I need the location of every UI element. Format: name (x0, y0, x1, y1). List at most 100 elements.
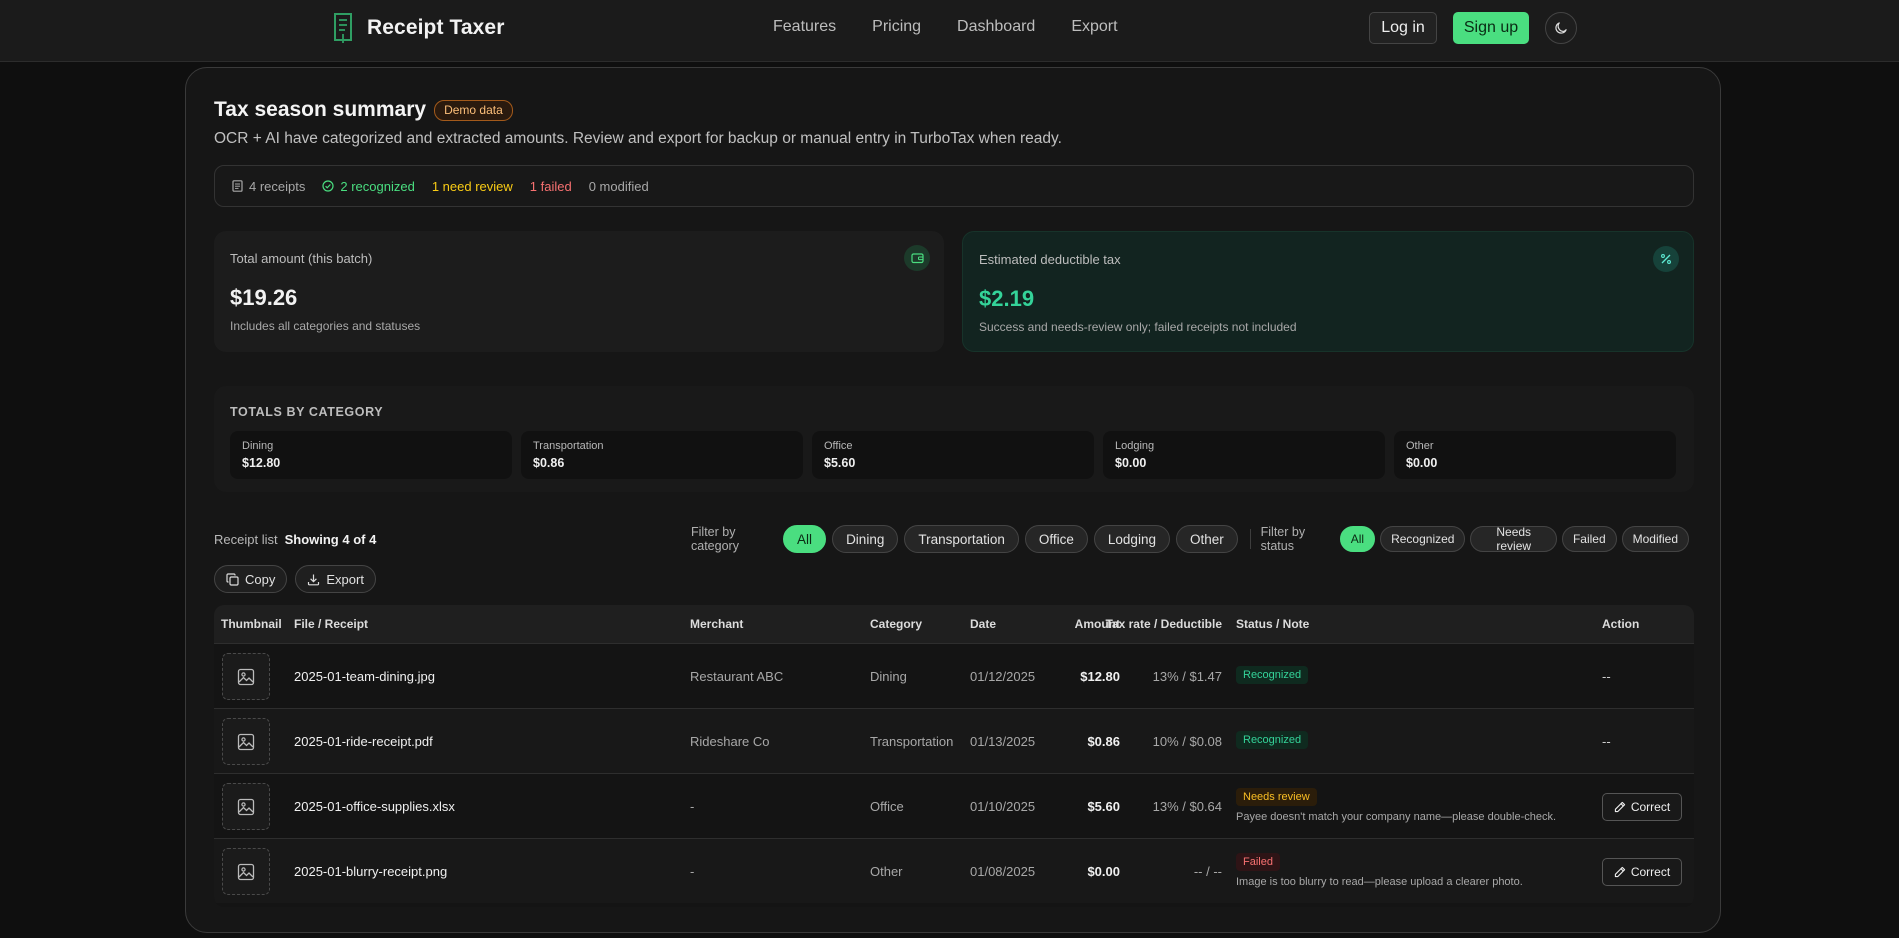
stat-modified: 0 modified (588, 178, 649, 194)
filter-category-label: Filter by category (691, 525, 739, 553)
category-tile-other: Other $0.00 (1394, 431, 1676, 479)
thumbnail-placeholder[interactable] (222, 718, 270, 765)
total-amount-note: Includes all categories and statuses (230, 319, 421, 333)
merchant: Rideshare Co (690, 734, 770, 749)
date: 01/13/2025 (970, 734, 1036, 749)
status-filter-needs-review[interactable]: Needs review (1470, 525, 1557, 553)
stat-failed: 1 failed (529, 178, 572, 194)
filters: Filter by category All Dining Transporta… (691, 525, 1694, 553)
correct-button[interactable]: Correct (1602, 858, 1682, 886)
merchant: - (690, 864, 695, 879)
pencil-icon (1614, 801, 1625, 813)
total-amount-value: $19.26 (230, 285, 298, 310)
tax-deductible: 13% / $1.47 (1152, 669, 1222, 684)
table-row: 2025-01-blurry-receipt.png - Other 01/08… (214, 838, 1694, 903)
category-totals: TOTALS BY CATEGORY Dining $12.80 Transpo… (214, 386, 1694, 492)
amount: $0.86 (1087, 734, 1120, 749)
status-cell: Needs review Payee doesn't match your co… (1236, 788, 1556, 823)
date: 01/12/2025 (970, 669, 1036, 684)
image-icon (237, 863, 255, 880)
category-tile-transportation: Transportation $0.86 (521, 431, 803, 479)
copy-button[interactable]: Copy (214, 565, 288, 593)
status-filter-modified[interactable]: Modified (1621, 526, 1689, 552)
tax-deductible: 10% / $0.08 (1152, 734, 1222, 749)
category-amount: $0.00 (1406, 456, 1438, 470)
export-button[interactable]: Export (295, 565, 376, 593)
category-filter-all[interactable]: All (783, 525, 827, 553)
page-subtitle: OCR + AI have categorized and extracted … (214, 130, 1062, 147)
category-name: Dining (242, 440, 274, 452)
category-name: Transportation (533, 440, 604, 452)
date: 01/08/2025 (970, 864, 1036, 879)
correct-button-label: Correct (1630, 800, 1671, 814)
category-amount: $0.00 (1115, 456, 1147, 470)
total-amount-card: Total amount (this batch) $19.26 Include… (214, 231, 944, 352)
status-filter-failed[interactable]: Failed (1561, 526, 1617, 552)
status-badge: Recognized (1236, 666, 1309, 684)
pencil-icon (1614, 866, 1625, 878)
thumbnail-placeholder[interactable] (222, 848, 270, 895)
header-tax: Tax rate / Deductible (1105, 617, 1222, 631)
file-name: 2025-01-office-supplies.xlsx (294, 799, 455, 814)
status-filter-recognized[interactable]: Recognized (1380, 526, 1466, 552)
status-cell: Failed Image is too blurry to read—pleas… (1236, 853, 1523, 888)
thumbnail-placeholder[interactable] (222, 783, 270, 830)
stat-recognized-text: 2 recognized (340, 178, 415, 194)
nav-links: Features Pricing Dashboard Export (773, 18, 1154, 36)
merchant: Restaurant ABC (690, 669, 784, 684)
category-tile-lodging: Lodging $0.00 (1103, 431, 1385, 479)
receipt-table: Thumbnail File / Receipt Merchant Catego… (214, 605, 1694, 907)
document-icon (232, 180, 243, 192)
brand-name: Receipt Taxer (367, 16, 505, 39)
theme-toggle-button[interactable] (1545, 12, 1577, 44)
category-filter-dining[interactable]: Dining (832, 525, 899, 553)
nav-link-dashboard[interactable]: Dashboard (957, 18, 1035, 36)
nav-link-export[interactable]: Export (1071, 18, 1117, 36)
category-name: Other (1406, 440, 1434, 452)
status-cell: Recognized (1236, 666, 1309, 684)
brand[interactable]: Receipt Taxer (333, 12, 504, 44)
nav-link-features[interactable]: Features (773, 18, 836, 36)
category-totals-heading: TOTALS BY CATEGORY (230, 405, 384, 419)
image-icon (237, 668, 255, 685)
date: 01/10/2025 (970, 799, 1036, 814)
nav-link-pricing[interactable]: Pricing (872, 18, 921, 36)
page-title: Tax season summary (214, 98, 427, 121)
category-name: Office (824, 440, 853, 452)
table-row: 2025-01-ride-receipt.pdf Rideshare Co Tr… (214, 708, 1694, 773)
file-name: 2025-01-blurry-receipt.png (294, 864, 448, 879)
deductible-tax-value: $2.19 (979, 286, 1035, 311)
receipt-list-label: Receipt list (214, 532, 278, 547)
receipt-logo-icon (334, 13, 352, 43)
action-none: -- (1602, 669, 1611, 684)
table-row: 2025-01-office-supplies.xlsx - Office 01… (214, 773, 1694, 838)
copy-button-label: Copy (245, 571, 276, 587)
thumbnail-placeholder[interactable] (222, 653, 270, 700)
header-date: Date (970, 617, 997, 631)
category-filter-transportation[interactable]: Transportation (904, 525, 1019, 553)
category-filter-lodging[interactable]: Lodging (1093, 525, 1170, 553)
table-header: Thumbnail File / Receipt Merchant Catego… (214, 605, 1694, 643)
category-filter-other[interactable]: Other (1175, 525, 1238, 553)
category-name: Lodging (1115, 440, 1155, 452)
category: Other (870, 864, 903, 879)
category-filter-office[interactable]: Office (1024, 525, 1088, 553)
deductible-tax-note: Success and needs-review only; failed re… (979, 320, 1297, 334)
wallet-icon (904, 245, 930, 271)
signup-button[interactable]: Sign up (1453, 12, 1529, 44)
title-row: Tax season summary Demo data (214, 98, 513, 122)
category: Dining (870, 669, 907, 684)
action-none: -- (1602, 734, 1611, 749)
file-name: 2025-01-team-dining.jpg (294, 669, 435, 684)
status-filter-all[interactable]: All (1339, 526, 1376, 552)
moon-icon (1555, 22, 1567, 34)
top-nav: Receipt Taxer Features Pricing Dashboard… (0, 0, 1899, 62)
category-tile-dining: Dining $12.80 (230, 431, 512, 479)
tax-deductible: -- / -- (1193, 864, 1222, 879)
correct-button[interactable]: Correct (1602, 793, 1682, 821)
download-icon (308, 574, 320, 585)
login-button[interactable]: Log in (1369, 12, 1437, 44)
check-circle-icon (322, 180, 334, 192)
receipt-list-count: Showing 4 of 4 (284, 532, 377, 547)
status-badge: Recognized (1236, 731, 1309, 749)
